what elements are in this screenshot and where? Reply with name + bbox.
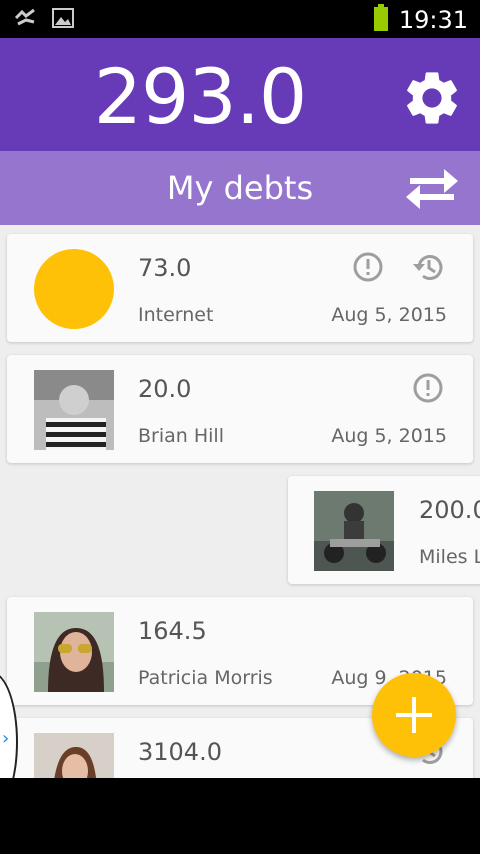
debt-date: Aug 5, 2015 [331,425,447,447]
navigation-bar [0,778,480,854]
debt-card[interactable]: 200.0 Miles L [288,476,480,584]
gear-icon [407,72,457,124]
usb-icon [14,8,38,32]
debtor-name: Internet [138,304,214,326]
notification-icons [14,8,74,32]
history-icon[interactable] [411,250,445,284]
alert-icon[interactable] [411,371,445,405]
debt-amount: 73.0 [138,254,192,282]
avatar [314,491,394,571]
alert-icon[interactable] [351,250,385,284]
debt-amount: 20.0 [138,375,192,403]
swap-arrows-icon [406,169,458,209]
debt-card[interactable]: 73.0 Internet Aug 5, 2015 [7,234,473,342]
debtor-name: Miles L [419,546,480,568]
avatar [34,612,114,692]
plus-icon [396,697,432,733]
swap-view-button[interactable] [400,161,464,215]
clock: 19:31 [398,6,468,34]
settings-button[interactable] [400,66,464,130]
total-balance: 293.0 [93,52,308,141]
total-header: 293.0 [0,38,480,151]
debt-amount: 3104.0 [138,738,222,766]
debt-amount: 200.0 [419,496,480,524]
image-notification-icon [52,8,74,32]
debt-date: Aug 5, 2015 [331,304,447,326]
chevron-right-icon: › [2,728,10,749]
status-bar: 19:31 [0,0,480,38]
debts-subheader: My debts [0,151,480,225]
avatar [34,249,114,329]
app-content: 293.0 My debts 73.0 Internet Aug 5, 2015 [0,38,480,778]
battery-icon [373,4,389,36]
avatar [34,733,114,778]
debtor-name: Patricia Morris [138,667,273,689]
debt-amount: 164.5 [138,617,207,645]
add-debt-button[interactable] [372,673,456,757]
avatar [34,370,114,450]
debt-card[interactable]: 20.0 Brian Hill Aug 5, 2015 [7,355,473,463]
debtor-name: Brian Hill [138,425,224,447]
